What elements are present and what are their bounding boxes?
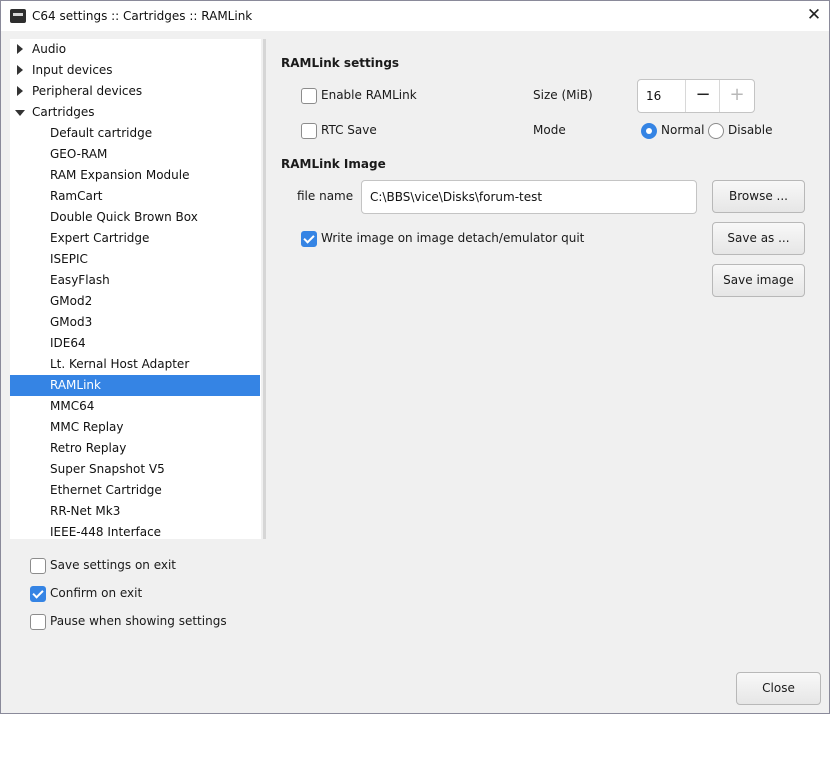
vice-app-icon: [10, 9, 26, 23]
tree-item-label: Super Snapshot V5: [50, 462, 165, 476]
pause-when-showing-settings-checkbox[interactable]: [30, 614, 46, 630]
tree-item-label: GMod3: [50, 315, 93, 329]
rtc-save-label: RTC Save: [321, 123, 377, 137]
tree-item-gmod2[interactable]: GMod2: [10, 291, 260, 312]
write-on-detach-checkbox[interactable]: [301, 231, 317, 247]
tree-item-label: RAM Expansion Module: [50, 168, 190, 182]
tree-item-label: Cartridges: [32, 105, 95, 119]
window-title: C64 settings :: Cartridges :: RAMLink: [32, 9, 253, 23]
mode-normal-radio[interactable]: [641, 123, 657, 139]
enable-ramlink-label: Enable RAMLink: [321, 88, 417, 102]
confirm-on-exit-label: Confirm on exit: [50, 586, 143, 600]
settings-window: C64 settings :: Cartridges :: RAMLink ✕ …: [0, 0, 830, 714]
tree-scrollbar[interactable]: [263, 39, 266, 539]
tree-item-label: Double Quick Brown Box: [50, 210, 198, 224]
tree-item-label: MMC64: [50, 399, 95, 413]
tree-item-isepic[interactable]: ISEPIC: [10, 249, 260, 270]
tree-item-double-quick-brown-box[interactable]: Double Quick Brown Box: [10, 207, 260, 228]
tree-item-label: Default cartridge: [50, 126, 153, 140]
tree-item-super-snapshot-v5[interactable]: Super Snapshot V5: [10, 459, 260, 480]
tree-item-retro-replay[interactable]: Retro Replay: [10, 438, 260, 459]
expander-right-icon[interactable]: [17, 44, 23, 54]
tree-item-peripheral-devices[interactable]: Peripheral devices: [10, 81, 260, 102]
tree-item-label: Retro Replay: [50, 441, 127, 455]
tree-item-label: Expert Cartridge: [50, 231, 150, 245]
tree-item-lt-kernal-host-adapter[interactable]: Lt. Kernal Host Adapter: [10, 354, 260, 375]
expander-right-icon[interactable]: [17, 65, 23, 75]
tree-item-default-cartridge[interactable]: Default cartridge: [10, 123, 260, 144]
tree-item-label: Ethernet Cartridge: [50, 483, 162, 497]
save-as-button[interactable]: Save as ...: [712, 222, 805, 255]
mode-label: Mode: [533, 123, 566, 137]
settings-tree[interactable]: Audio Input devices Peripheral devices Cart…: [10, 39, 261, 539]
tree-item-label: MMC Replay: [50, 420, 124, 434]
save-settings-on-exit-checkbox[interactable]: [30, 558, 46, 574]
tree-item-ramlink[interactable]: RAMLink: [10, 375, 260, 396]
tree-item-ram-expansion-module[interactable]: RAM Expansion Module: [10, 165, 260, 186]
save-image-button[interactable]: Save image: [712, 264, 805, 297]
tree-item-label: RamCart: [50, 189, 103, 203]
close-window-icon[interactable]: ✕: [804, 5, 824, 25]
tree-item-input-devices[interactable]: Input devices: [10, 60, 260, 81]
tree-item-label: EasyFlash: [50, 273, 110, 287]
save-settings-on-exit-label: Save settings on exit: [50, 558, 177, 572]
tree-item-ramcart[interactable]: RamCart: [10, 186, 260, 207]
expander-down-icon[interactable]: [15, 110, 25, 116]
tree-item-cartridges[interactable]: Cartridges: [10, 102, 260, 123]
mode-disable-label: Disable: [728, 123, 773, 137]
enable-ramlink-checkbox[interactable]: [301, 88, 317, 104]
write-on-detach-label: Write image on image detach/emulator qui…: [321, 231, 585, 245]
tree-item-label: GEO-RAM: [50, 147, 108, 161]
tree-item-geo-ram[interactable]: GEO-RAM: [10, 144, 260, 165]
tree-item-audio[interactable]: Audio: [10, 39, 260, 60]
confirm-on-exit-checkbox[interactable]: [30, 586, 46, 602]
ramlink-image-heading: RAMLink Image: [281, 157, 386, 171]
file-name-value[interactable]: C:\BBS\vice\Disks\forum-test: [370, 190, 542, 204]
tree-item-label: Lt. Kernal Host Adapter: [50, 357, 190, 371]
ramlink-settings-heading: RAMLink settings: [281, 56, 400, 70]
tree-item-label: ISEPIC: [50, 252, 88, 266]
tree-item-ide64[interactable]: IDE64: [10, 333, 260, 354]
file-name-input[interactable]: C:\BBS\vice\Disks\forum-test: [361, 180, 697, 214]
tree-item-label: RR-Net Mk3: [50, 504, 121, 518]
size-value[interactable]: 16: [646, 89, 661, 103]
mode-normal-label: Normal: [661, 123, 705, 137]
tree-item-gmod3[interactable]: GMod3: [10, 312, 260, 333]
size-decrement-button[interactable]: −: [685, 80, 720, 112]
tree-item-label: IEEE-448 Interface: [50, 525, 162, 539]
close-button[interactable]: Close: [736, 672, 821, 705]
tree-item-label: Input devices: [32, 63, 113, 77]
expander-right-icon[interactable]: [17, 86, 23, 96]
title-bar: C64 settings :: Cartridges :: RAMLink ✕: [1, 1, 829, 31]
tree-item-mmc64[interactable]: MMC64: [10, 396, 260, 417]
tree-item-label: IDE64: [50, 336, 86, 350]
tree-item-rr-net-mk3[interactable]: RR-Net Mk3: [10, 501, 260, 522]
size-label: Size (MiB): [533, 88, 593, 102]
tree-item-label: Peripheral devices: [32, 84, 143, 98]
size-increment-button[interactable]: +: [719, 80, 754, 112]
tree-item-ethernet-cartridge[interactable]: Ethernet Cartridge: [10, 480, 260, 501]
tree-item-label: Audio: [32, 42, 67, 56]
tree-item-easyflash[interactable]: EasyFlash: [10, 270, 260, 291]
tree-item-mmc-replay[interactable]: MMC Replay: [10, 417, 260, 438]
rtc-save-checkbox[interactable]: [301, 123, 317, 139]
pause-when-showing-settings-label: Pause when showing settings: [50, 614, 227, 628]
tree-item-label: RAMLink: [50, 378, 101, 392]
size-spinbox[interactable]: 16 − +: [637, 79, 755, 113]
tree-item-ieee-448-interface[interactable]: IEEE-448 Interface: [10, 522, 260, 539]
file-name-label: file name: [297, 189, 354, 203]
mode-disable-radio[interactable]: [708, 123, 724, 139]
tree-item-expert-cartridge[interactable]: Expert Cartridge: [10, 228, 260, 249]
tree-item-label: GMod2: [50, 294, 93, 308]
browse-button[interactable]: Browse ...: [712, 180, 805, 213]
